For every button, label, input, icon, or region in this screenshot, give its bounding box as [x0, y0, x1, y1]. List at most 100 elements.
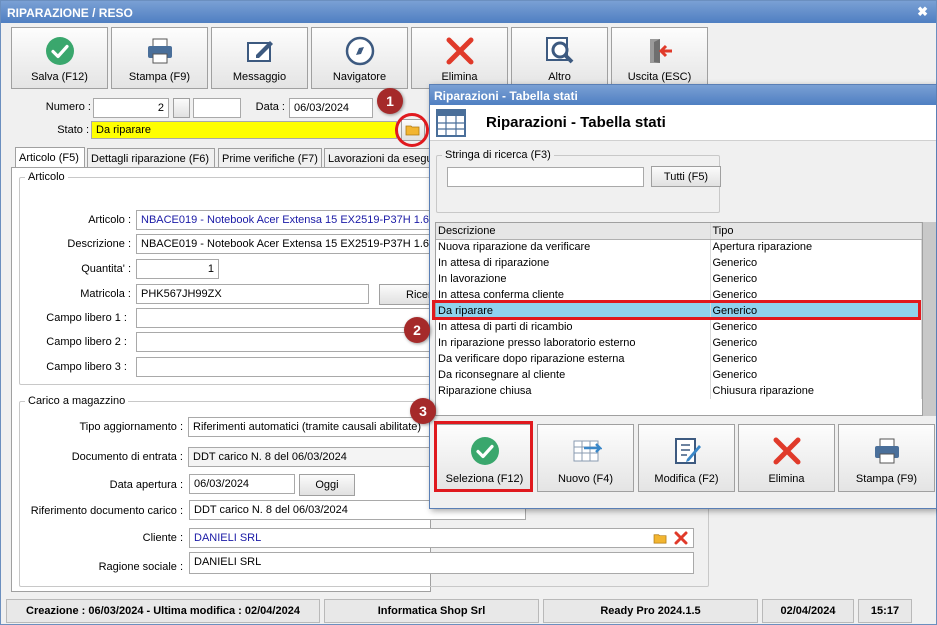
dialog-heading: Riparazioni - Tabella stati [486, 114, 666, 131]
documento-entrata-field[interactable]: DDT carico N. 8 del 06/03/2024 [188, 447, 430, 467]
campo-libero-3-label: Campo libero 3 : [46, 361, 127, 373]
row-descrizione: In attesa di parti di ricambio [436, 319, 711, 335]
ricerca-button[interactable]: Ricer [379, 284, 431, 305]
search-input[interactable] [447, 167, 644, 187]
status-created: Creazione : 06/03/2024 - Ultima modifica… [6, 599, 320, 623]
riferimento-documento-label: Riferimento documento carico : [30, 505, 183, 517]
compass-icon [345, 36, 374, 66]
exit-icon [649, 39, 672, 63]
numero-label: Numero : [45, 101, 91, 113]
modifica-button[interactable]: Modifica (F2) [638, 424, 735, 492]
clear-icon[interactable] [674, 531, 688, 545]
table-row[interactable]: In lavorazione Generico [436, 271, 922, 287]
tutti-button[interactable]: Tutti (F5) [651, 166, 721, 187]
search-group-title: Stringa di ricerca (F3) [442, 149, 554, 161]
table-row[interactable]: Da verificare dopo riparazione esterna Ge… [436, 351, 922, 367]
row-tipo: Generico [710, 271, 922, 287]
column-header-descrizione[interactable]: Descrizione [436, 223, 711, 240]
check-icon [45, 37, 74, 65]
data-field[interactable]: 06/03/2024 [289, 98, 373, 118]
tab-prime-verifiche[interactable]: Prime verifiche (F7) [218, 148, 322, 168]
printer-icon [874, 438, 899, 464]
message-icon [246, 41, 273, 62]
elimina-button[interactable]: Elimina [738, 424, 835, 492]
descrizione-field[interactable]: NBACE019 - Notebook Acer Extensa 15 EX25… [136, 234, 431, 254]
tipo-aggiornamento-label: Tipo aggiornamento : [79, 421, 183, 433]
row-descrizione: In lavorazione [436, 271, 711, 287]
delete-icon [446, 37, 473, 65]
window-title: RIPARAZIONE / RESO [7, 6, 133, 20]
close-icon[interactable]: ✖ [917, 4, 928, 20]
table-row[interactable]: In attesa di riparazione Generico [436, 255, 922, 271]
articolo-group-title: Articolo [25, 171, 68, 183]
table-row[interactable]: Nuova riparazione da verificare Apertura … [436, 239, 922, 255]
matricola-field[interactable]: PHK567JH99ZX [136, 284, 369, 304]
edit-icon [674, 438, 701, 464]
descrizione-label: Descrizione : [67, 238, 131, 250]
other-button[interactable]: Altro [511, 27, 608, 89]
quantita-field[interactable]: 1 [136, 259, 219, 279]
row-descrizione: In riparazione presso laboratorio estern… [436, 335, 711, 351]
campo-libero-2-label: Campo libero 2 : [46, 336, 127, 348]
row-descrizione: Nuova riparazione da verificare [436, 239, 711, 255]
callout-row-highlight [432, 300, 921, 320]
campo-libero-2-field[interactable] [136, 332, 431, 352]
data-apertura-label: Data apertura : [109, 479, 183, 491]
printer-icon [147, 38, 172, 64]
status-version: Ready Pro 2024.1.5 [543, 599, 758, 623]
campo-libero-3-field[interactable] [136, 357, 431, 377]
tipo-aggiornamento-select[interactable]: Riferimenti automatici (tramite causali … [188, 417, 430, 437]
table-row[interactable]: Da riconsegnare al cliente Generico [436, 367, 922, 383]
stato-field[interactable]: Da riparare [91, 121, 397, 139]
row-descrizione: Riparazione chiusa [436, 383, 711, 399]
cliente-field[interactable]: DANIELI SRL [189, 528, 694, 548]
new-row-icon [573, 440, 602, 462]
row-tipo: Generico [710, 335, 922, 351]
table-scrollbar[interactable] [923, 222, 936, 416]
row-tipo: Generico [710, 255, 922, 271]
numero-field[interactable]: 2 [93, 98, 169, 118]
step-marker-1: 1 [377, 88, 403, 114]
save-button[interactable]: Salva (F12) [11, 27, 108, 89]
navigator-button[interactable]: Navigatore [311, 27, 408, 89]
step-marker-2: 2 [404, 317, 430, 343]
row-descrizione: Da riconsegnare al cliente [436, 367, 711, 383]
stato-label: Stato : [57, 124, 89, 136]
numero-suffix-field[interactable] [193, 98, 241, 118]
message-button[interactable]: Messaggio [211, 27, 308, 89]
oggi-button[interactable]: Oggi [299, 474, 355, 496]
status-date: 02/04/2024 [762, 599, 854, 623]
articolo-field[interactable]: NBACE019 - Notebook Acer Extensa 15 EX25… [136, 210, 431, 230]
column-header-tipo[interactable]: Tipo [710, 223, 922, 240]
delete-icon [773, 437, 800, 465]
tab-lavorazioni[interactable]: Lavorazioni da esegu [324, 148, 430, 168]
table-row[interactable]: Riparazione chiusa Chiusura riparazione [436, 383, 922, 399]
delete-button[interactable]: Elimina [411, 27, 508, 89]
campo-libero-1-label: Campo libero 1 : [46, 312, 127, 324]
status-time: 15:17 [858, 599, 912, 623]
callout-ring [395, 113, 429, 147]
print-button[interactable]: Stampa (F9) [111, 27, 208, 89]
stampa-dialog-button[interactable]: Stampa (F9) [838, 424, 935, 492]
data-label: Data : [255, 101, 285, 113]
exit-button[interactable]: Uscita (ESC) [611, 27, 708, 89]
callout-button-highlight [434, 421, 533, 492]
data-apertura-field[interactable]: 06/03/2024 [189, 474, 295, 494]
numero-spin-button[interactable] [173, 98, 190, 118]
carico-group-title: Carico a magazzino [25, 395, 129, 407]
dialog-header: Riparazioni - Tabella stati [430, 105, 936, 141]
dialog-title-bar: Riparazioni - Tabella stati [430, 85, 936, 105]
folder-icon[interactable] [653, 532, 668, 544]
table-row[interactable]: In riparazione presso laboratorio estern… [436, 335, 922, 351]
nuovo-button[interactable]: Nuovo (F4) [537, 424, 634, 492]
ragione-sociale-field[interactable]: DANIELI SRL [189, 552, 694, 574]
tab-articolo[interactable]: Articolo (F5) [15, 147, 85, 169]
table-header-row: Descrizione Tipo [436, 223, 922, 240]
row-tipo: Generico [710, 319, 922, 335]
magnifier-icon [545, 37, 573, 64]
campo-libero-1-field[interactable] [136, 308, 431, 328]
quantita-label: Quantita' : [81, 263, 131, 275]
table-row[interactable]: In attesa di parti di ricambio Generico [436, 319, 922, 335]
tab-dettagli-riparazione[interactable]: Dettagli riparazione (F6) [87, 148, 215, 168]
title-bar: RIPARAZIONE / RESO ✖ [1, 1, 936, 23]
